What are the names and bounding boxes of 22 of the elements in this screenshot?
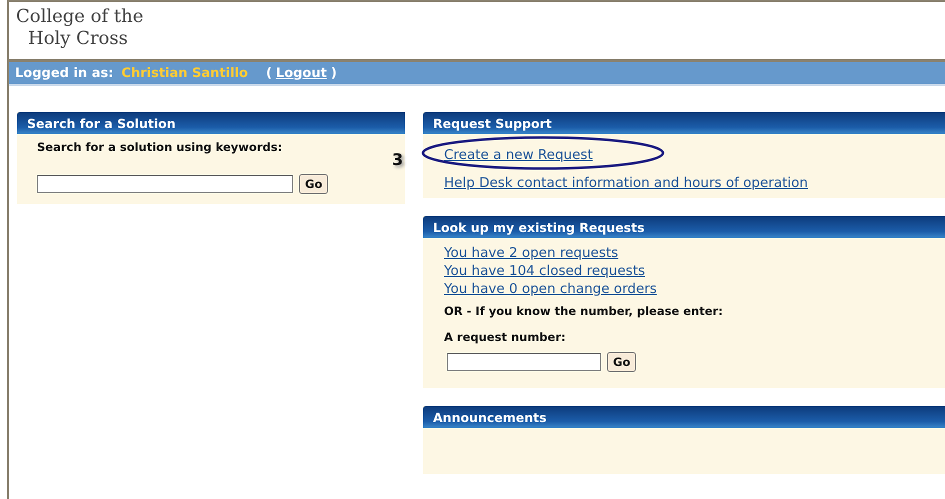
- search-prompt: Search for a solution using keywords:: [37, 140, 282, 154]
- go-button[interactable]: Go: [299, 174, 328, 194]
- requests-link[interactable]: You have 2 open requests: [444, 244, 618, 262]
- panel-title: Announcements: [423, 406, 945, 428]
- search-field[interactable]: [37, 175, 293, 193]
- logo-text: Holy Cross: [27, 28, 128, 50]
- parenthesis: ): [330, 66, 337, 80]
- go-button[interactable]: Go: [607, 352, 636, 372]
- hint-text: OR - If you know the number, please enter:: [444, 304, 723, 318]
- parenthesis: (: [266, 66, 272, 80]
- panel-title: Search for a Solution: [17, 112, 405, 134]
- user-name: Christian Santillo: [121, 66, 248, 80]
- requests-link[interactable]: You have 0 open change orders: [444, 280, 657, 298]
- request-link[interactable]: Help Desk contact information and hours of operation: [444, 175, 808, 191]
- field-label: A request number:: [444, 330, 566, 344]
- step-number: 3: [392, 150, 404, 169]
- logged-in-label: Logged in as:: [15, 66, 114, 80]
- panel-title: Look up my existing Requests: [423, 216, 945, 238]
- panel-title: Request Support: [423, 112, 945, 134]
- logo-text: College of the: [16, 6, 144, 28]
- requests-link[interactable]: You have 104 closed requests: [444, 262, 646, 280]
- request-number-field[interactable]: [447, 353, 601, 371]
